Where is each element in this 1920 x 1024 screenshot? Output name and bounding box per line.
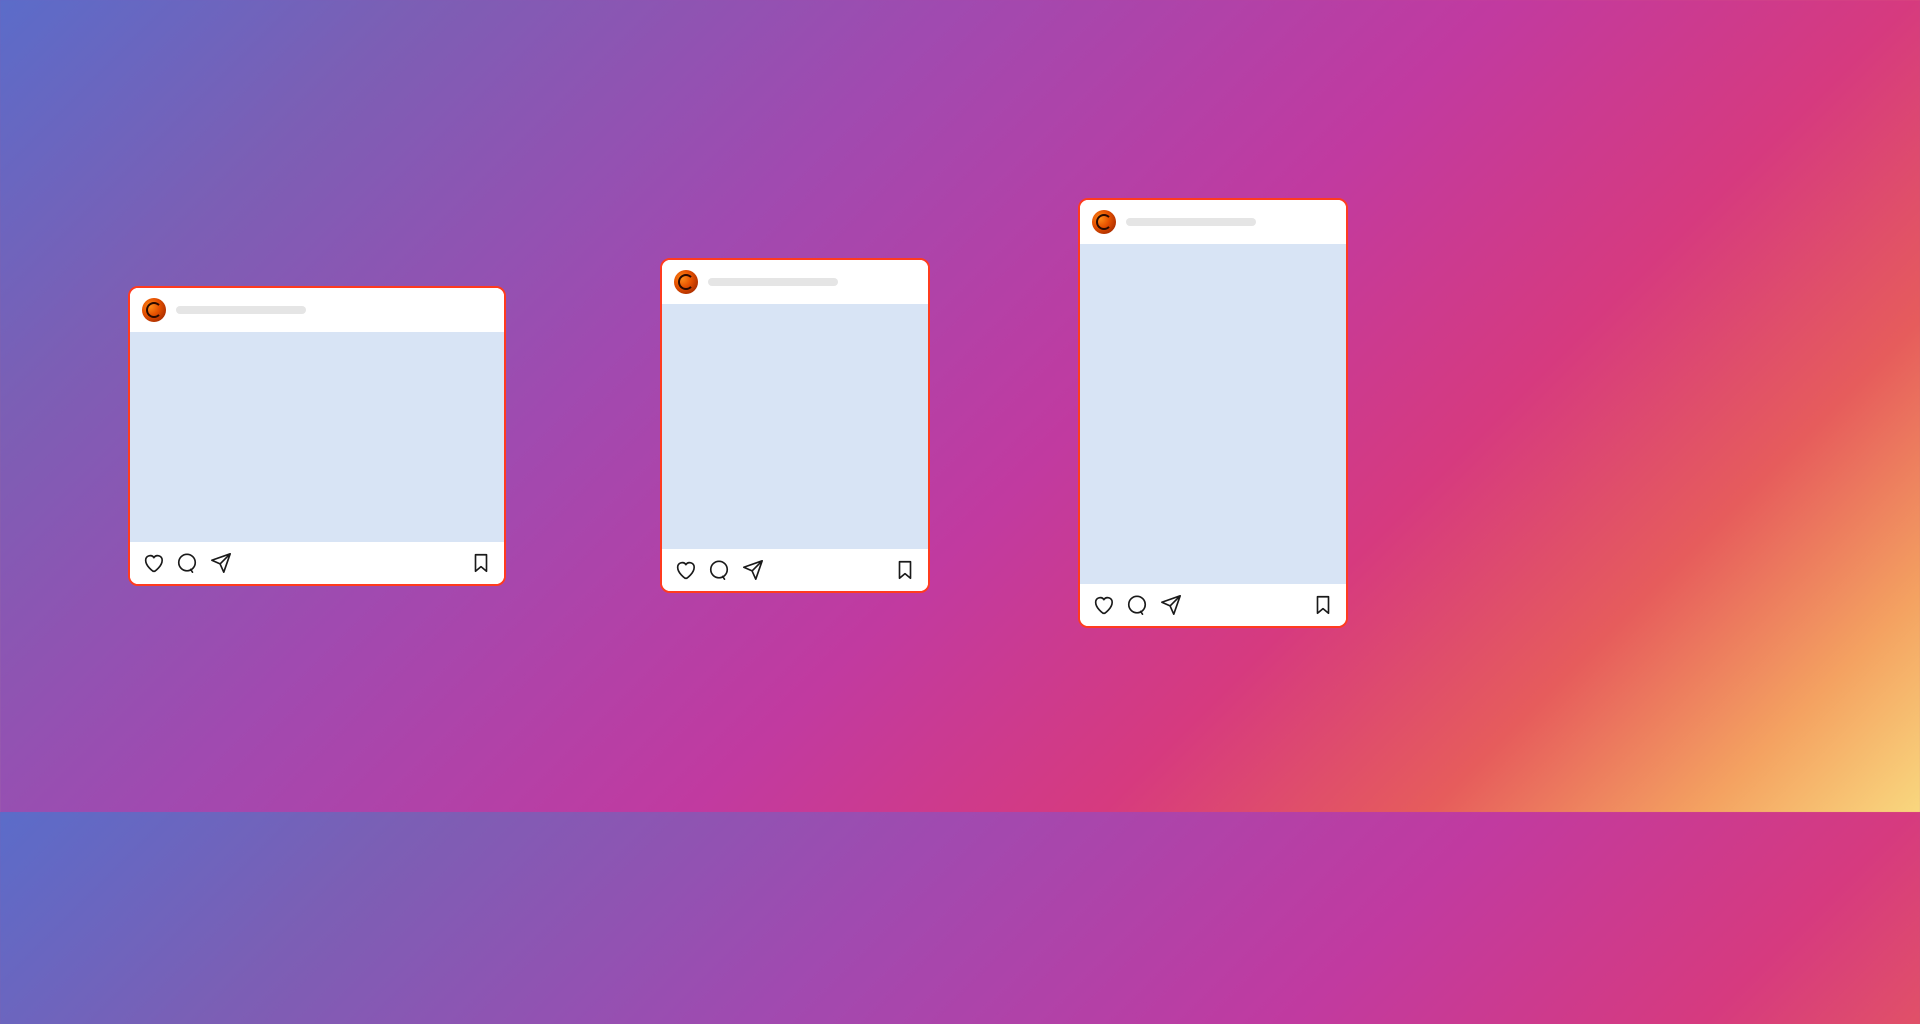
bookmark-icon[interactable] bbox=[470, 552, 492, 574]
heart-icon[interactable] bbox=[674, 559, 696, 581]
send-icon[interactable] bbox=[210, 552, 232, 574]
post-actions-bar bbox=[1080, 584, 1346, 626]
post-card-portrait bbox=[1078, 198, 1348, 628]
username-placeholder bbox=[708, 278, 838, 286]
heart-icon[interactable] bbox=[142, 552, 164, 574]
post-header bbox=[662, 260, 928, 304]
post-image-area[interactable] bbox=[662, 304, 928, 549]
bookmark-icon[interactable] bbox=[894, 559, 916, 581]
comment-icon[interactable] bbox=[1126, 594, 1148, 616]
heart-icon[interactable] bbox=[1092, 594, 1114, 616]
brand-avatar-icon[interactable] bbox=[142, 298, 166, 322]
post-header bbox=[1080, 200, 1346, 244]
post-header bbox=[130, 288, 504, 332]
post-card-landscape bbox=[128, 286, 506, 586]
post-image-area[interactable] bbox=[1080, 244, 1346, 584]
post-actions-bar bbox=[130, 542, 504, 584]
send-icon[interactable] bbox=[1160, 594, 1182, 616]
post-actions-bar bbox=[662, 549, 928, 591]
username-placeholder bbox=[176, 306, 306, 314]
brand-avatar-icon[interactable] bbox=[1092, 210, 1116, 234]
comment-icon[interactable] bbox=[176, 552, 198, 574]
bookmark-icon[interactable] bbox=[1312, 594, 1334, 616]
comment-icon[interactable] bbox=[708, 559, 730, 581]
post-card-square bbox=[660, 258, 930, 593]
post-image-area[interactable] bbox=[130, 332, 504, 542]
send-icon[interactable] bbox=[742, 559, 764, 581]
username-placeholder bbox=[1126, 218, 1256, 226]
brand-avatar-icon[interactable] bbox=[674, 270, 698, 294]
